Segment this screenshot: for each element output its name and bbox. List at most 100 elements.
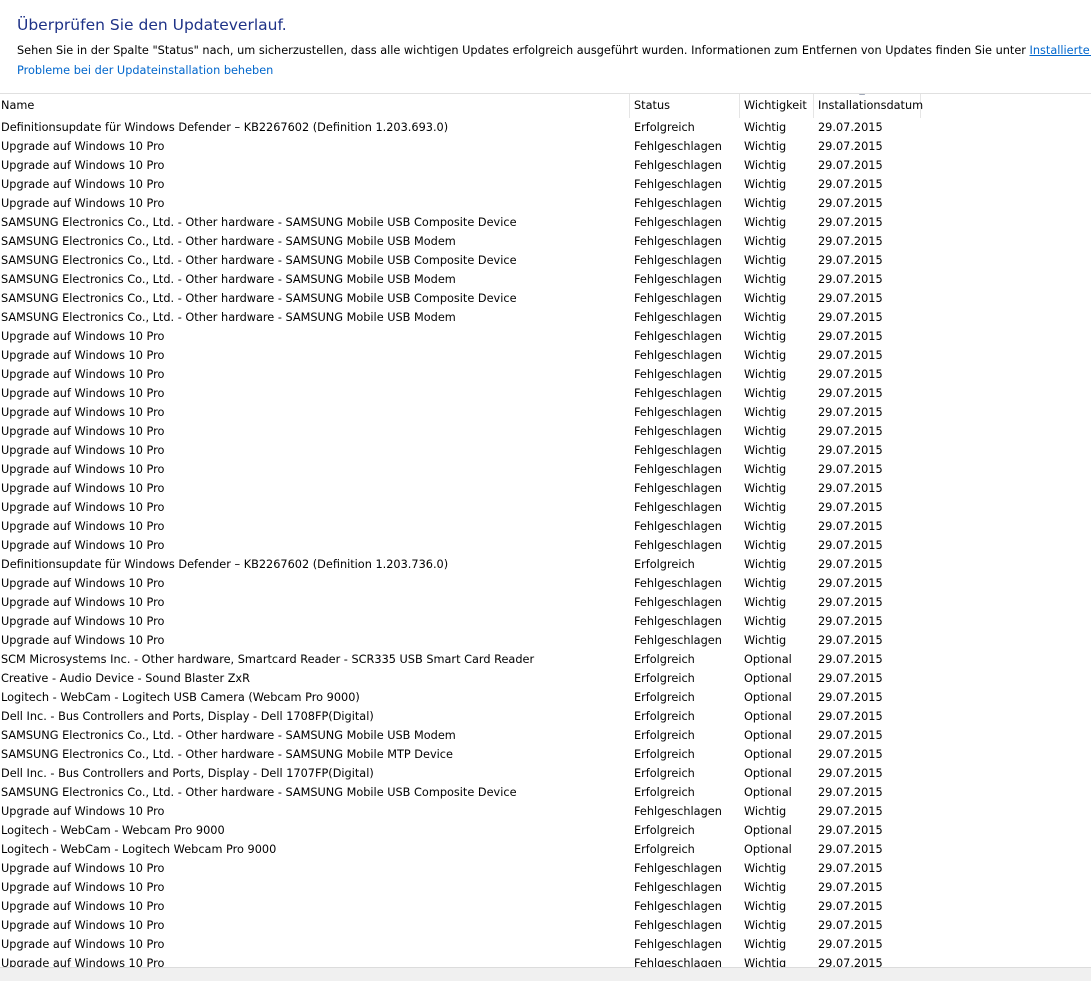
table-row[interactable]: Upgrade auf Windows 10 Pro Fehlgeschlagen…: [0, 175, 1091, 194]
cell-name: Upgrade auf Windows 10 Pro: [1, 577, 165, 590]
cell-name: SAMSUNG Electronics Co., Ltd. - Other ha…: [1, 292, 517, 305]
table-row[interactable]: Upgrade auf Windows 10 Pro Fehlgeschlagen…: [0, 593, 1091, 612]
table-row[interactable]: Upgrade auf Windows 10 Pro Fehlgeschlagen…: [0, 384, 1091, 403]
cell-date: 29.07.2015: [818, 938, 883, 951]
table-row[interactable]: Upgrade auf Windows 10 Pro Fehlgeschlagen…: [0, 574, 1091, 593]
table-row[interactable]: SCM Microsystems Inc. - Other hardware, …: [0, 650, 1091, 669]
table-row[interactable]: SAMSUNG Electronics Co., Ltd. - Other ha…: [0, 270, 1091, 289]
table-row[interactable]: Upgrade auf Windows 10 Pro Fehlgeschlagen…: [0, 365, 1091, 384]
cell-importance: Wichtig: [744, 558, 787, 571]
cell-importance: Optional: [744, 767, 792, 780]
cell-date: 29.07.2015: [818, 178, 883, 191]
table-row[interactable]: Upgrade auf Windows 10 Pro Fehlgeschlagen…: [0, 194, 1091, 213]
cell-date: 29.07.2015: [818, 672, 883, 685]
table-row[interactable]: Logitech - WebCam - Logitech Webcam Pro …: [0, 840, 1091, 859]
table-row[interactable]: Upgrade auf Windows 10 Pro Fehlgeschlagen…: [0, 631, 1091, 650]
cell-status: Erfolgreich: [634, 691, 695, 704]
table-row[interactable]: SAMSUNG Electronics Co., Ltd. - Other ha…: [0, 213, 1091, 232]
table-row[interactable]: Upgrade auf Windows 10 Pro Fehlgeschlagen…: [0, 878, 1091, 897]
cell-importance: Wichtig: [744, 235, 787, 248]
cell-importance: Optional: [744, 729, 792, 742]
table-row[interactable]: Upgrade auf Windows 10 Pro Fehlgeschlagen…: [0, 498, 1091, 517]
table-row[interactable]: Upgrade auf Windows 10 Pro Fehlgeschlagen…: [0, 137, 1091, 156]
cell-importance: Wichtig: [744, 805, 787, 818]
table-row[interactable]: Upgrade auf Windows 10 Pro Fehlgeschlagen…: [0, 859, 1091, 878]
column-header-importance[interactable]: Wichtigkeit: [740, 94, 814, 118]
cell-status: Fehlgeschlagen: [634, 406, 722, 419]
cell-name: Definitionsupdate für Windows Defender –…: [1, 558, 449, 571]
table-row[interactable]: Upgrade auf Windows 10 Pro Fehlgeschlagen…: [0, 517, 1091, 536]
table-row[interactable]: Upgrade auf Windows 10 Pro Fehlgeschlagen…: [0, 479, 1091, 498]
table-row[interactable]: Upgrade auf Windows 10 Pro Fehlgeschlagen…: [0, 156, 1091, 175]
table-row[interactable]: Definitionsupdate für Windows Defender –…: [0, 118, 1091, 137]
table-row[interactable]: Upgrade auf Windows 10 Pro Fehlgeschlagen…: [0, 536, 1091, 555]
cell-importance: Optional: [744, 786, 792, 799]
table-row[interactable]: Upgrade auf Windows 10 Pro Fehlgeschlagen…: [0, 916, 1091, 935]
cell-importance: Wichtig: [744, 121, 787, 134]
table-row[interactable]: Upgrade auf Windows 10 Pro Fehlgeschlagen…: [0, 422, 1091, 441]
cell-importance: Wichtig: [744, 520, 787, 533]
table-row[interactable]: SAMSUNG Electronics Co., Ltd. - Other ha…: [0, 783, 1091, 802]
cell-importance: Wichtig: [744, 254, 787, 267]
cell-status: Erfolgreich: [634, 767, 695, 780]
table-row[interactable]: Upgrade auf Windows 10 Pro Fehlgeschlagen…: [0, 935, 1091, 954]
cell-importance: Wichtig: [744, 159, 787, 172]
column-header-date[interactable]: ▲Installationsdatum: [814, 94, 923, 118]
table-row[interactable]: SAMSUNG Electronics Co., Ltd. - Other ha…: [0, 251, 1091, 270]
cell-importance: Wichtig: [744, 577, 787, 590]
table-row[interactable]: Upgrade auf Windows 10 Pro Fehlgeschlagen…: [0, 327, 1091, 346]
cell-date: 29.07.2015: [818, 330, 883, 343]
cell-date: 29.07.2015: [818, 691, 883, 704]
table-row[interactable]: Logitech - WebCam - Webcam Pro 9000 Erfol…: [0, 821, 1091, 840]
cell-status: Fehlgeschlagen: [634, 197, 722, 210]
column-header-status[interactable]: Status: [630, 94, 740, 118]
table-row[interactable]: Upgrade auf Windows 10 Pro Fehlgeschlagen…: [0, 802, 1091, 821]
cell-name: Upgrade auf Windows 10 Pro: [1, 919, 165, 932]
cell-name: Upgrade auf Windows 10 Pro: [1, 406, 165, 419]
cell-date: 29.07.2015: [818, 197, 883, 210]
table-row[interactable]: Upgrade auf Windows 10 Pro Fehlgeschlagen…: [0, 346, 1091, 365]
cell-status: Erfolgreich: [634, 121, 695, 134]
table-row[interactable]: SAMSUNG Electronics Co., Ltd. - Other ha…: [0, 745, 1091, 764]
cell-name: SAMSUNG Electronics Co., Ltd. - Other ha…: [1, 786, 517, 799]
cell-importance: Wichtig: [744, 957, 787, 968]
cell-status: Fehlgeschlagen: [634, 938, 722, 951]
cell-status: Fehlgeschlagen: [634, 178, 722, 191]
cell-importance: Wichtig: [744, 368, 787, 381]
table-row[interactable]: Dell Inc. - Bus Controllers and Ports, D…: [0, 764, 1091, 783]
bottom-scrollbar[interactable]: [0, 967, 1091, 981]
cell-date: 29.07.2015: [818, 140, 883, 153]
cell-importance: Wichtig: [744, 387, 787, 400]
column-header-name[interactable]: Name: [0, 94, 630, 118]
cell-date: 29.07.2015: [818, 311, 883, 324]
cell-name: Upgrade auf Windows 10 Pro: [1, 349, 165, 362]
table-row[interactable]: SAMSUNG Electronics Co., Ltd. - Other ha…: [0, 289, 1091, 308]
table-row[interactable]: Upgrade auf Windows 10 Pro Fehlgeschlagen…: [0, 612, 1091, 631]
cell-name: Upgrade auf Windows 10 Pro: [1, 159, 165, 172]
update-history-list[interactable]: Name Status Wichtigkeit ▲Installationsda…: [0, 93, 1091, 968]
table-row[interactable]: Dell Inc. - Bus Controllers and Ports, D…: [0, 707, 1091, 726]
table-row[interactable]: Upgrade auf Windows 10 Pro Fehlgeschlagen…: [0, 441, 1091, 460]
table-row[interactable]: Upgrade auf Windows 10 Pro Fehlgeschlagen…: [0, 954, 1091, 968]
cell-name: Upgrade auf Windows 10 Pro: [1, 596, 165, 609]
cell-status: Fehlgeschlagen: [634, 615, 722, 628]
table-row[interactable]: Creative - Audio Device - Sound Blaster …: [0, 669, 1091, 688]
sort-up-icon: ▲: [859, 94, 865, 97]
table-row[interactable]: SAMSUNG Electronics Co., Ltd. - Other ha…: [0, 232, 1091, 251]
cell-date: 29.07.2015: [818, 349, 883, 362]
cell-importance: Wichtig: [744, 919, 787, 932]
table-row[interactable]: Logitech - WebCam - Logitech USB Camera …: [0, 688, 1091, 707]
cell-name: SAMSUNG Electronics Co., Ltd. - Other ha…: [1, 311, 456, 324]
troubleshoot-link[interactable]: Probleme bei der Updateinstallation behe…: [17, 64, 273, 77]
table-row[interactable]: Upgrade auf Windows 10 Pro Fehlgeschlagen…: [0, 897, 1091, 916]
table-row[interactable]: Upgrade auf Windows 10 Pro Fehlgeschlagen…: [0, 403, 1091, 422]
installed-updates-link[interactable]: Installierte Updates: [1030, 44, 1091, 57]
cell-status: Erfolgreich: [634, 558, 695, 571]
table-row[interactable]: SAMSUNG Electronics Co., Ltd. - Other ha…: [0, 308, 1091, 327]
table-row[interactable]: Upgrade auf Windows 10 Pro Fehlgeschlagen…: [0, 460, 1091, 479]
cell-date: 29.07.2015: [818, 748, 883, 761]
table-row[interactable]: SAMSUNG Electronics Co., Ltd. - Other ha…: [0, 726, 1091, 745]
page-description: Sehen Sie in der Spalte "Status" nach, u…: [17, 44, 1091, 57]
cell-date: 29.07.2015: [818, 710, 883, 723]
table-row[interactable]: Definitionsupdate für Windows Defender –…: [0, 555, 1091, 574]
